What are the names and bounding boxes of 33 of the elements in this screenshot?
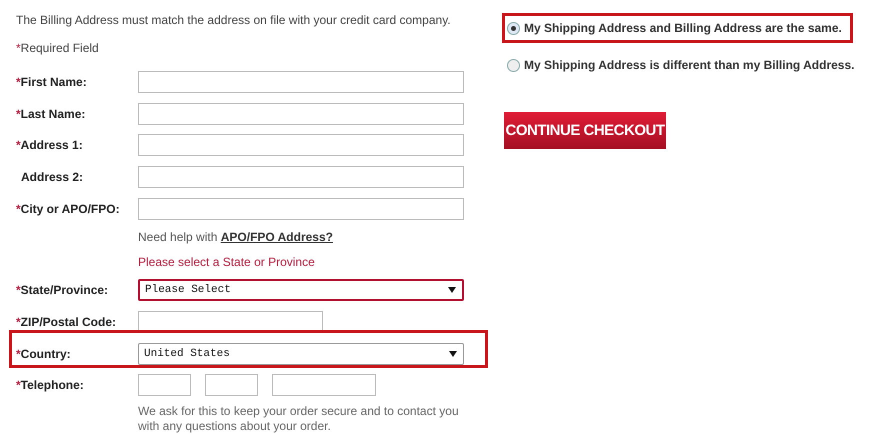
field-label: *Telephone: — [16, 378, 85, 392]
error-message: Please select a State or Province — [138, 254, 316, 271]
field-label: *Address 1: — [16, 138, 84, 152]
phone-number-input[interactable] — [272, 374, 376, 396]
field-label: *ZIP/Postal Code: — [16, 314, 118, 329]
field-label: *Country: — [16, 346, 72, 361]
field-label: *State/Province: — [16, 283, 110, 298]
field-label: Address 2: — [20, 170, 84, 184]
radio-option[interactable]: My Shipping Address is different than my Billing Address. — [502, 50, 866, 80]
dropdown[interactable]: United States — [138, 342, 464, 365]
required-note: *Required Field — [16, 40, 100, 57]
radio-option[interactable]: My Shipping Address and Billing Address are the same. — [502, 13, 853, 43]
phone-prefix-input[interactable] — [205, 374, 258, 396]
billing-notice: The Billing Address must match the address on file with your credit card company. — [16, 13, 452, 29]
continue-checkout-button[interactable]: CONTINUE CHECKOUT — [504, 112, 666, 149]
text-input[interactable] — [138, 198, 464, 220]
caret-icon — [448, 287, 456, 294]
caret-icon — [449, 350, 457, 357]
text-input[interactable] — [138, 134, 464, 156]
field-label: *City or APO/FPO: — [16, 202, 121, 216]
field-note: We ask for this to keep your order secure and to contact you with any questions about your order. — [138, 404, 460, 434]
text-input[interactable] — [138, 71, 464, 94]
field-label: *First Name: — [16, 75, 88, 90]
radio-button[interactable] — [507, 58, 520, 72]
dropdown[interactable]: Please Select — [138, 279, 464, 302]
text-input[interactable] — [138, 166, 464, 188]
field-label: *Last Name: — [16, 106, 86, 121]
help-text: Need help with — [138, 230, 218, 244]
text-input[interactable] — [138, 102, 464, 125]
radio-button[interactable] — [507, 22, 520, 34]
help-link[interactable]: APO/FPO Address? — [220, 230, 333, 244]
area-code-input[interactable] — [138, 374, 191, 396]
zip-input[interactable] — [138, 310, 323, 333]
